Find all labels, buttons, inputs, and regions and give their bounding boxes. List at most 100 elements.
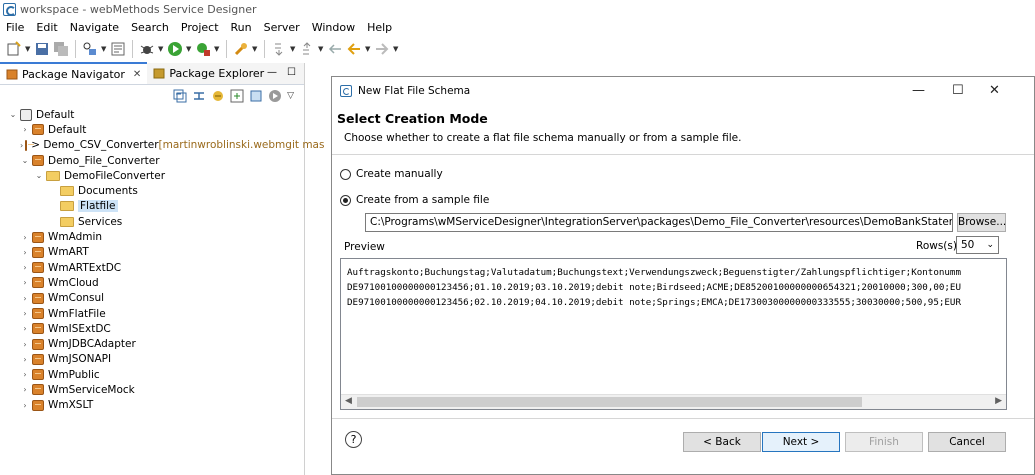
collapse-icon[interactable]: ›: [20, 294, 30, 303]
collapse-icon[interactable]: ›: [20, 248, 30, 257]
service-icon[interactable]: [82, 41, 98, 57]
collapse-icon[interactable]: ›: [20, 324, 30, 333]
tree-item-flatfile[interactable]: Flatfile: [0, 199, 305, 214]
next-button[interactable]: Next >: [762, 432, 840, 452]
create-from-sample-radio[interactable]: Create from a sample file: [340, 194, 489, 206]
preview-area[interactable]: Auftragskonto;Buchungstag;Valutadatum;Bu…: [340, 258, 1007, 410]
menu-edit[interactable]: Edit: [30, 21, 63, 34]
expand-icon[interactable]: ⌄: [8, 110, 18, 119]
refresh-icon[interactable]: [230, 89, 244, 103]
expand-icon[interactable]: ⌄: [20, 156, 30, 165]
sample-file-path-input[interactable]: C:\Programs\wMServiceDesigner\Integratio…: [365, 213, 953, 232]
tree-item-documents[interactable]: Documents: [0, 183, 305, 198]
back-arrow-icon[interactable]: [346, 41, 362, 57]
tree-item-wmjdbcadapter[interactable]: › WmJDBCAdapter: [0, 336, 305, 351]
last-edit-icon[interactable]: [327, 41, 343, 57]
link-editor-icon[interactable]: [192, 89, 206, 103]
tree-item-services[interactable]: Services: [0, 214, 305, 229]
chevron-down-icon[interactable]: ▼: [393, 45, 399, 53]
collapse-icon[interactable]: ›: [20, 370, 30, 379]
collapse-icon[interactable]: ›: [20, 355, 30, 364]
chevron-down-icon[interactable]: ▼: [214, 45, 220, 53]
chevron-down-icon[interactable]: ⌄: [986, 240, 994, 250]
debug-icon[interactable]: [139, 41, 155, 57]
create-manually-radio[interactable]: Create manually: [340, 168, 443, 180]
browse-button[interactable]: Browse...: [957, 213, 1006, 232]
tab-package-explorer[interactable]: Package Explorer: [147, 62, 270, 84]
cancel-button[interactable]: Cancel: [928, 432, 1006, 452]
chevron-down-icon[interactable]: ▼: [158, 45, 164, 53]
chevron-down-icon[interactable]: ▼: [290, 45, 296, 53]
rows-select[interactable]: 50 ⌄: [956, 236, 999, 254]
close-icon[interactable]: ✕: [133, 69, 141, 80]
run-icon[interactable]: [167, 41, 183, 57]
tree-item-wmflatfile[interactable]: › WmFlatFile: [0, 306, 305, 321]
minimize-icon[interactable]: —: [912, 83, 925, 98]
collapse-all-icon[interactable]: [173, 89, 187, 103]
collapse-icon[interactable]: ›: [20, 278, 30, 287]
menu-window[interactable]: Window: [306, 21, 361, 34]
tree-item-wmart[interactable]: › WmART: [0, 245, 305, 260]
tree-item-server-default[interactable]: ⌄ Default: [0, 107, 305, 122]
minimize-icon[interactable]: —: [267, 67, 277, 78]
menu-search[interactable]: Search: [125, 21, 175, 34]
chevron-down-icon[interactable]: ▼: [252, 45, 258, 53]
maximize-icon[interactable]: ☐: [287, 67, 296, 78]
tree-item-wmisextdc[interactable]: › WmISExtDC: [0, 321, 305, 336]
tree-item-wmconsul[interactable]: › WmConsul: [0, 291, 305, 306]
menu-server[interactable]: Server: [258, 21, 306, 34]
tree-item-wmjsonapi[interactable]: › WmJSONAPI: [0, 352, 305, 367]
forward-arrow-icon[interactable]: [374, 41, 390, 57]
collapse-icon[interactable]: ›: [20, 340, 30, 349]
collapse-icon[interactable]: ›: [20, 309, 30, 318]
chevron-down-icon[interactable]: ▼: [318, 45, 324, 53]
next-annotation-icon[interactable]: [271, 41, 287, 57]
collapse-icon[interactable]: ›: [20, 141, 23, 150]
menu-help[interactable]: Help: [361, 21, 398, 34]
chevron-down-icon[interactable]: ▼: [365, 45, 371, 53]
back-button[interactable]: < Back: [683, 432, 761, 452]
scroll-right-icon[interactable]: ▶: [995, 396, 1002, 406]
tree-item-wmxslt[interactable]: › WmXSLT: [0, 398, 305, 413]
view-menu-icon[interactable]: ▽: [287, 91, 294, 101]
menu-run[interactable]: Run: [225, 21, 258, 34]
previous-annotation-icon[interactable]: [299, 41, 315, 57]
collapse-icon[interactable]: ›: [20, 385, 30, 394]
menu-navigate[interactable]: Navigate: [64, 21, 125, 34]
close-icon[interactable]: ✕: [989, 83, 1000, 98]
tree-item-wmartextdc[interactable]: › WmARTExtDC: [0, 260, 305, 275]
external-tools-icon[interactable]: [195, 41, 211, 57]
tree-item-wmservicemock[interactable]: › WmServiceMock: [0, 382, 305, 397]
help-icon[interactable]: ?: [345, 431, 362, 448]
wrench-icon[interactable]: [233, 41, 249, 57]
save-icon[interactable]: [34, 41, 50, 57]
tree-item-wmpublic[interactable]: › WmPublic: [0, 367, 305, 382]
tree-item-demo-file-converter[interactable]: ⌄ Demo_File_Converter: [0, 153, 305, 168]
tree-item-wmadmin[interactable]: › WmAdmin: [0, 229, 305, 244]
open-type-icon[interactable]: [110, 41, 126, 57]
finish-button[interactable]: Finish: [845, 432, 923, 452]
tree-item-wmcloud[interactable]: › WmCloud: [0, 275, 305, 290]
new-icon[interactable]: [6, 41, 22, 57]
play-icon[interactable]: [268, 89, 282, 103]
filter-icon[interactable]: [211, 89, 225, 103]
properties-icon[interactable]: [249, 89, 263, 103]
menu-project[interactable]: Project: [175, 21, 225, 34]
maximize-icon[interactable]: ☐: [952, 83, 964, 98]
scroll-left-icon[interactable]: ◀: [345, 396, 352, 406]
radio-circle[interactable]: [340, 168, 351, 180]
save-all-icon[interactable]: [53, 41, 69, 57]
chevron-down-icon[interactable]: ▼: [101, 45, 107, 53]
tree-item-demo-csv-converter[interactable]: › > Demo_CSV_Converter [martinwroblinski…: [0, 138, 324, 153]
tree-item-demofileconverter[interactable]: ⌄ DemoFileConverter: [0, 168, 305, 183]
radio-circle-selected[interactable]: [340, 194, 351, 206]
collapse-icon[interactable]: ›: [20, 125, 30, 134]
horizontal-scrollbar[interactable]: ◀ ▶: [341, 394, 1006, 409]
collapse-icon[interactable]: ›: [20, 401, 30, 410]
expand-icon[interactable]: ⌄: [34, 171, 44, 180]
menu-file[interactable]: File: [0, 21, 30, 34]
tree-item-package-default[interactable]: › Default: [0, 122, 305, 137]
collapse-icon[interactable]: ›: [20, 233, 30, 242]
chevron-down-icon[interactable]: ▼: [186, 45, 192, 53]
collapse-icon[interactable]: ›: [20, 263, 30, 272]
